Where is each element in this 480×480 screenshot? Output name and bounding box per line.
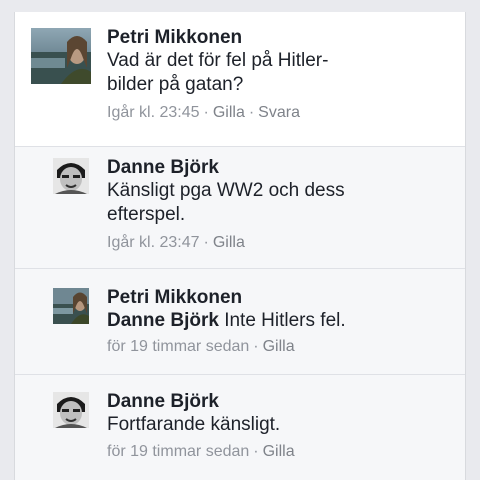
comment-meta: Igår kl. 23:47 · Gilla	[107, 233, 455, 253]
comment-text: Vad är det för fel på Hitler- bilder på …	[107, 49, 455, 97]
comment-author[interactable]: Danne Björk	[107, 390, 455, 413]
avatar[interactable]	[31, 28, 91, 84]
separator-dot: ·	[248, 104, 255, 121]
bw-face-photo-icon	[53, 392, 89, 428]
comment-text-line: Känsligt pga WW2 och dess	[107, 180, 345, 201]
comment-reply-item: Danne Björk Känsligt pga WW2 och dess ef…	[15, 147, 465, 269]
landscape-portrait-photo-icon	[31, 28, 91, 84]
reply-button[interactable]: Svara	[258, 104, 300, 121]
avatar[interactable]	[53, 158, 89, 194]
avatar[interactable]	[53, 392, 89, 428]
comment-timestamp[interactable]: för 19 timmar sedan	[107, 443, 249, 460]
comment-timestamp[interactable]: Igår kl. 23:45	[107, 104, 200, 121]
comment-reply-item: Petri Mikkonen Danne Björk Inte Hitlers …	[15, 269, 465, 375]
mention-link[interactable]: Danne Björk	[107, 310, 219, 331]
bw-face-photo-icon	[53, 158, 89, 194]
comment-meta: Igår kl. 23:45 · Gilla · Svara	[107, 103, 455, 123]
comment-thread: Petri Mikkonen Vad är det för fel på Hit…	[14, 12, 466, 480]
avatar[interactable]	[53, 288, 89, 324]
comment-text-line: bilder på gatan?	[107, 74, 244, 95]
separator-dot: ·	[253, 338, 259, 355]
like-button[interactable]: Gilla	[263, 443, 295, 460]
comment-author[interactable]: Petri Mikkonen	[107, 26, 455, 49]
comment-text: Känsligt pga WW2 och dess efterspel.	[107, 179, 455, 227]
like-button[interactable]: Gilla	[263, 338, 295, 355]
comment-text: Danne Björk Inte Hitlers fel.	[107, 309, 455, 333]
comment-text: Fortfarande känsligt.	[107, 414, 281, 435]
comment-reply-item: Danne Björk Fortfarande känsligt. för 19…	[15, 375, 465, 480]
comment-timestamp[interactable]: Igår kl. 23:47	[107, 234, 200, 251]
comment-meta: för 19 timmar sedan · Gilla	[107, 442, 455, 462]
comment-author[interactable]: Danne Björk	[107, 156, 455, 179]
comment-meta: för 19 timmar sedan · Gilla	[107, 337, 455, 357]
comment-text-line: efterspel.	[107, 204, 186, 225]
comment-author[interactable]: Petri Mikkonen	[107, 286, 455, 309]
comment-text-body: Inte Hitlers fel.	[218, 310, 346, 331]
separator-dot: ·	[203, 104, 209, 121]
comment-item: Petri Mikkonen Vad är det för fel på Hit…	[15, 12, 465, 147]
comment-timestamp[interactable]: för 19 timmar sedan	[107, 338, 249, 355]
landscape-portrait-photo-icon	[53, 288, 89, 324]
separator-dot: ·	[253, 443, 259, 460]
separator-dot: ·	[203, 234, 209, 251]
like-button[interactable]: Gilla	[213, 104, 245, 121]
like-button[interactable]: Gilla	[213, 234, 245, 251]
comment-text-line: Vad är det för fel på Hitler-	[107, 50, 329, 71]
